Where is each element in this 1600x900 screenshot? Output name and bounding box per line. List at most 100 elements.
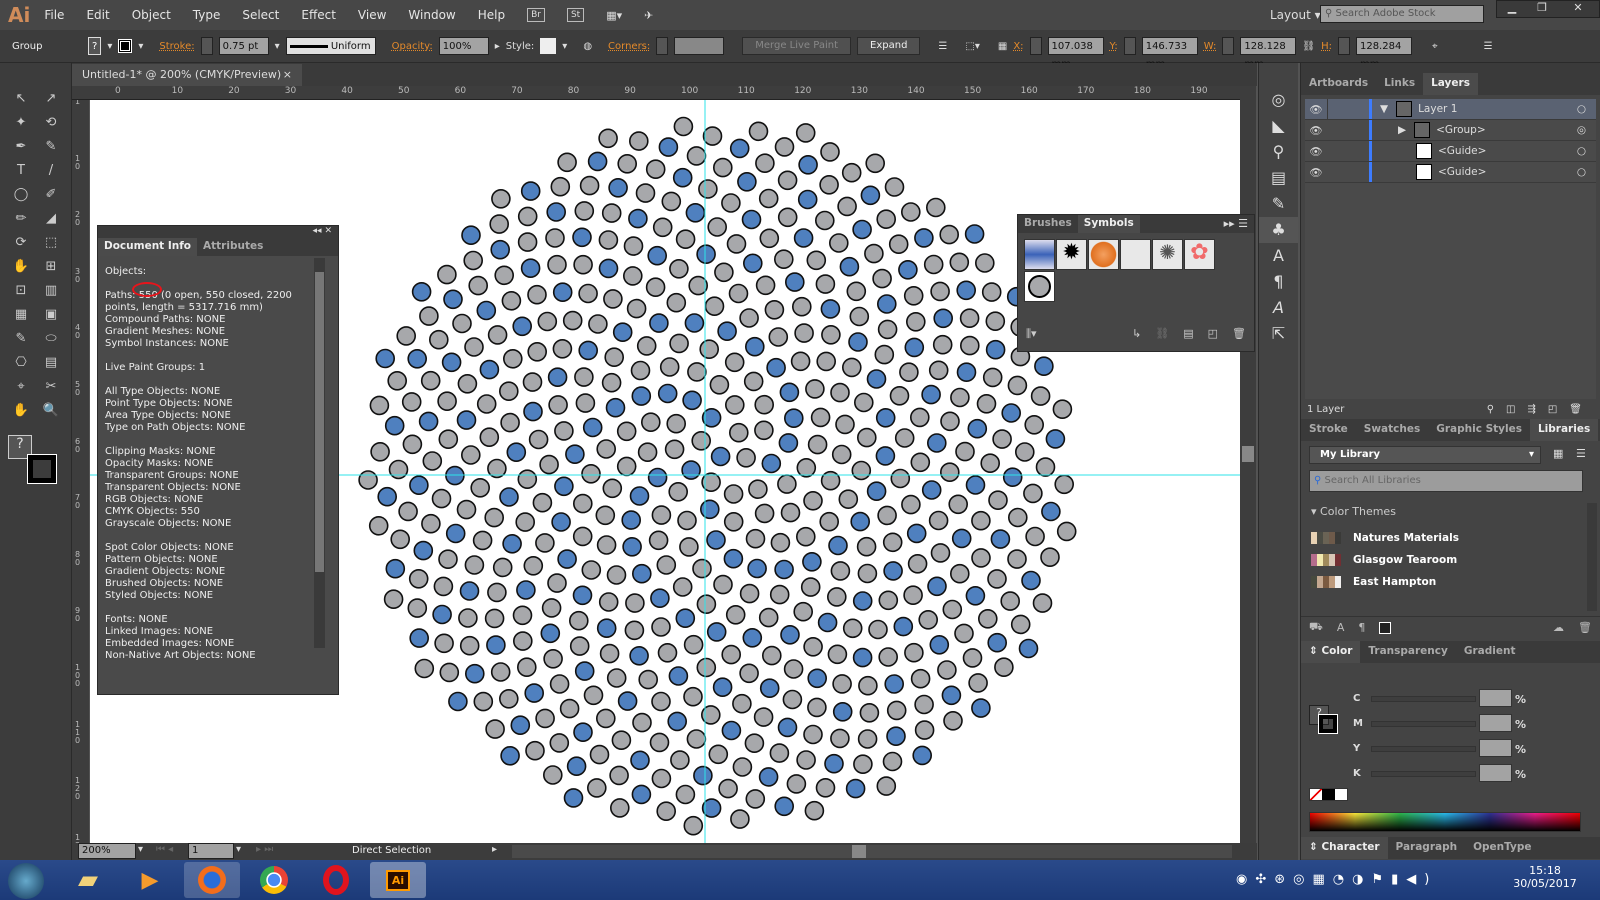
gray-circle[interactable] <box>675 229 696 249</box>
gray-circle[interactable] <box>1035 457 1056 477</box>
gray-circle[interactable] <box>645 159 666 179</box>
gray-circle[interactable] <box>535 708 555 729</box>
menu-window[interactable]: Window <box>408 8 455 22</box>
gray-circle[interactable] <box>699 339 720 359</box>
blue-circle[interactable] <box>1034 356 1054 377</box>
w-stepper[interactable] <box>1222 37 1235 55</box>
symbol-orange-button[interactable] <box>1088 239 1119 270</box>
gray-circle[interactable] <box>878 590 899 611</box>
gray-circle[interactable] <box>537 311 558 332</box>
gray-circle[interactable] <box>977 608 998 629</box>
gray-circle[interactable] <box>698 179 718 199</box>
blue-circle[interactable] <box>631 563 652 584</box>
layer-actions[interactable]: ⚲◫⇶◰🗑 <box>1487 404 1594 415</box>
gray-circle[interactable] <box>645 277 666 297</box>
blue-circle[interactable] <box>418 411 439 432</box>
blue-circle[interactable] <box>572 585 593 606</box>
blue-circle[interactable] <box>798 155 818 175</box>
tab-libraries[interactable]: Libraries <box>1529 419 1599 441</box>
stroke-box[interactable] <box>1318 714 1338 734</box>
gray-circle[interactable] <box>401 392 422 412</box>
delete-icon[interactable]: 🗑 <box>1232 327 1246 341</box>
gray-circle[interactable] <box>489 214 510 234</box>
gray-circle[interactable] <box>500 412 520 433</box>
tool-icon[interactable]: ⊞ <box>40 259 62 279</box>
symbol-ink-splash[interactable]: ✹ <box>1056 239 1087 270</box>
blue-circle[interactable] <box>1021 570 1041 591</box>
blue-circle[interactable] <box>520 181 541 201</box>
layer-row[interactable]: 👁 <Guide> ○ <box>1305 162 1596 183</box>
gray-circle[interactable] <box>974 253 995 273</box>
blue-circle[interactable] <box>866 369 887 389</box>
gray-circle[interactable] <box>609 765 629 786</box>
blue-circle[interactable] <box>712 677 733 698</box>
blue-circle[interactable] <box>778 433 799 453</box>
blue-circle[interactable] <box>921 480 942 500</box>
gray-circle[interactable] <box>914 694 934 715</box>
opacity-label[interactable]: Opacity: <box>392 41 433 52</box>
blue-circle[interactable] <box>832 701 853 722</box>
gray-circle[interactable] <box>1014 442 1035 462</box>
tab-links[interactable]: Links <box>1376 73 1423 95</box>
chevron-down-icon[interactable]: ▾ <box>138 41 143 52</box>
gray-circle[interactable] <box>545 228 565 248</box>
layer-name[interactable]: <Group> <box>1436 124 1486 136</box>
gray-circle[interactable] <box>532 492 553 513</box>
gray-circle[interactable] <box>914 720 935 740</box>
gray-circle[interactable] <box>959 335 980 356</box>
gray-circle[interactable] <box>988 490 1008 511</box>
tool-icon[interactable]: ⌖ <box>10 379 32 399</box>
gray-circle[interactable] <box>928 360 949 381</box>
blue-circle[interactable] <box>572 227 592 248</box>
gray-circle[interactable] <box>557 152 577 173</box>
system-tray-icons[interactable]: ◉✣⊛◎▦◔◑⚑▮◀) <box>1236 872 1437 887</box>
eye-icon[interactable]: 👁 <box>1305 166 1327 179</box>
blue-circle[interactable] <box>375 348 396 369</box>
gray-circle[interactable] <box>1010 614 1031 635</box>
gray-circle[interactable] <box>516 657 537 678</box>
gray-circle[interactable] <box>932 334 953 355</box>
gray-circle[interactable] <box>583 685 604 706</box>
blue-circle[interactable] <box>793 228 814 248</box>
blue-circle[interactable] <box>684 313 705 333</box>
blue-circle[interactable] <box>706 530 726 550</box>
gray-circle[interactable] <box>422 451 443 471</box>
gray-circle[interactable] <box>846 281 867 302</box>
blue-circle[interactable] <box>941 685 962 706</box>
blue-circle[interactable] <box>933 308 954 329</box>
brushes-icon[interactable]: ✎ <box>1259 191 1298 217</box>
stroke-stepper[interactable] <box>200 37 213 55</box>
scroll-thumb[interactable] <box>1242 446 1254 462</box>
blue-circle[interactable] <box>987 632 1008 653</box>
close-icon[interactable]: ✕ <box>1557 1 1599 17</box>
blue-circle[interactable] <box>512 316 533 337</box>
place-symbol-icon[interactable]: ↳ <box>1132 327 1141 341</box>
gray-circle[interactable] <box>683 686 703 707</box>
library-dropdown[interactable]: My Library ▾ <box>1309 446 1541 464</box>
blue-circle[interactable] <box>445 523 466 544</box>
align-icon[interactable]: ▤ <box>1259 165 1298 191</box>
blue-circle[interactable] <box>893 616 914 637</box>
gray-circle[interactable] <box>930 281 950 302</box>
gray-circle[interactable] <box>992 429 1012 449</box>
gray-circle[interactable] <box>1024 414 1045 435</box>
gray-circle[interactable] <box>624 620 645 641</box>
gray-circle[interactable] <box>673 116 694 137</box>
gray-circle[interactable] <box>903 585 923 606</box>
gray-circle[interactable] <box>985 311 1006 331</box>
gray-circle[interactable] <box>724 352 745 373</box>
gray-circle[interactable] <box>853 754 873 775</box>
blue-circle[interactable] <box>779 382 800 403</box>
gray-circle[interactable] <box>994 657 1014 678</box>
blue-circle[interactable] <box>672 167 693 188</box>
gray-circle[interactable] <box>434 633 454 654</box>
menu-effect[interactable]: Effect <box>301 8 336 22</box>
gray-circle[interactable] <box>819 175 839 195</box>
gray-circle[interactable] <box>770 532 791 553</box>
symbol-corner-marks[interactable] <box>1120 239 1151 270</box>
gray-circle[interactable] <box>872 268 892 289</box>
tool-icon[interactable]: ✎ <box>10 331 32 351</box>
blue-circle[interactable] <box>971 698 991 718</box>
tool-icon[interactable]: ▣ <box>40 307 62 327</box>
gray-circle[interactable] <box>598 592 619 612</box>
